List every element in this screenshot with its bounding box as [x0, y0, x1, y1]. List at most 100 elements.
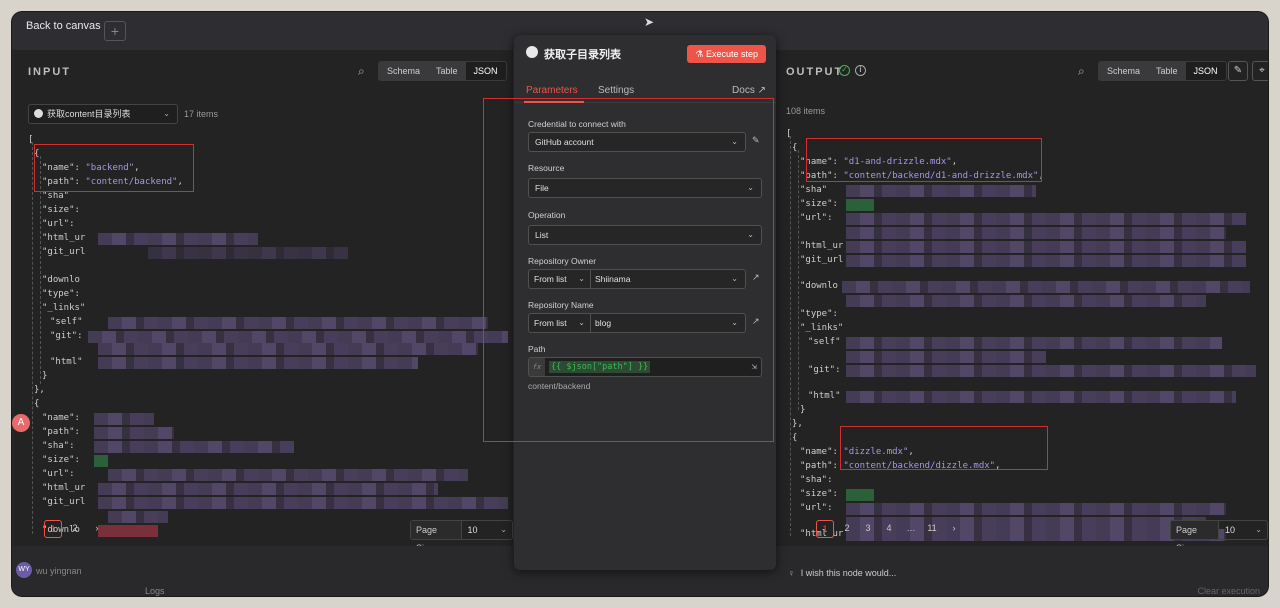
input-page-size[interactable]: Page Size 10 ⌄ — [410, 520, 513, 553]
operation-value: List — [535, 230, 549, 240]
json-value: "dizzle.mdx" — [843, 447, 909, 457]
execute-step-button[interactable]: ⚗ Execute step — [687, 45, 766, 63]
edit-credential-icon[interactable]: ✎ — [752, 135, 760, 146]
output-view-json[interactable]: JSON — [1185, 62, 1226, 80]
page-size-value[interactable]: 10 ⌄ — [1219, 521, 1267, 539]
operation-select[interactable]: List ⌄ — [528, 225, 762, 245]
redacted-value — [108, 469, 468, 481]
page-button[interactable]: 11 — [923, 520, 941, 538]
open-expression-editor-icon[interactable]: ⇲ — [752, 358, 757, 376]
pin-output-button[interactable]: ⌖ — [1252, 61, 1268, 81]
search-icon[interactable]: ⌕ — [358, 64, 365, 79]
json-line: "git_url — [800, 255, 844, 265]
repo-mode-select[interactable]: From list ⌄ — [529, 314, 591, 332]
add-node-button[interactable]: + — [104, 21, 126, 41]
repo-value[interactable]: blog — [595, 314, 611, 332]
page-button[interactable]: 2 — [838, 520, 856, 538]
json-line: "url": — [42, 469, 75, 479]
credential-value: GitHub account — [535, 137, 594, 147]
json-key: "name": — [800, 157, 838, 167]
input-view-table[interactable]: Table — [428, 62, 466, 80]
search-icon[interactable]: ⌕ — [1078, 64, 1085, 79]
redacted-value — [98, 357, 418, 369]
docs-link[interactable]: Docs ↗ — [732, 85, 766, 96]
owner-mode-select[interactable]: From list ⌄ — [529, 270, 591, 288]
repo-label: Repository Name — [528, 300, 594, 310]
json-line: "size": — [42, 205, 80, 215]
redacted-value — [98, 497, 508, 509]
input-node-select[interactable]: 获取content目录列表 ⌄ — [28, 104, 178, 124]
output-view-schema[interactable]: Schema — [1099, 62, 1148, 80]
tab-parameters[interactable]: Parameters — [526, 85, 578, 96]
external-link-icon[interactable]: ↗ — [752, 272, 760, 283]
translate-badge-icon[interactable]: A — [12, 414, 30, 432]
path-expression-input[interactable]: fx {{ $json["path"] }} ⇲ — [528, 357, 762, 377]
credential-select[interactable]: GitHub account ⌄ — [528, 132, 746, 152]
avatar[interactable]: WY — [16, 562, 32, 578]
input-view-switch: Schema Table JSON — [378, 61, 507, 81]
tab-settings[interactable]: Settings — [598, 85, 634, 96]
page-ellipsis: … — [906, 523, 916, 533]
page-size-label: Page Size — [411, 521, 462, 553]
repo-mode-value: From list — [534, 318, 567, 328]
json-line: "_links" — [800, 323, 844, 333]
page-button[interactable]: 3 — [859, 520, 877, 538]
redacted-value — [98, 233, 258, 245]
json-line: "sha" — [800, 185, 828, 195]
feedback-link[interactable]: ♀ I wish this node would... — [788, 568, 896, 578]
redacted-value — [846, 255, 1246, 267]
chevron-down-icon: ⌄ — [731, 137, 738, 146]
output-pagination: 1 2 3 4 … 11 › — [816, 520, 976, 540]
chevron-down-icon: ⌄ — [163, 109, 170, 118]
redacted-value — [94, 441, 294, 453]
redacted-value — [846, 295, 1206, 307]
info-icon[interactable]: i — [855, 65, 866, 76]
chevron-down-icon: ⌄ — [747, 183, 754, 192]
owner-mode-value: From list — [534, 274, 567, 284]
back-to-canvas-button[interactable]: Back to canvas — [26, 20, 101, 32]
clear-execution-button[interactable]: Clear execution — [1197, 586, 1260, 596]
page-button[interactable]: 1 — [816, 520, 834, 538]
redacted-value — [842, 281, 1250, 293]
output-panel: OUTPUT ✓ i ⌕ Schema Table JSON ✎ ⌖ 108 i… — [776, 50, 1268, 553]
output-view-switch: Schema Table JSON — [1098, 61, 1227, 81]
json-line: "git": — [50, 331, 83, 341]
json-key: "name": — [800, 447, 838, 457]
json-line: "size": — [800, 489, 838, 499]
json-guide-line — [32, 142, 33, 534]
logs-tab[interactable]: Logs — [145, 586, 165, 596]
json-line: "url": — [800, 503, 833, 513]
json-key: "path": — [800, 461, 838, 471]
node-title[interactable]: 获取子目录列表 — [544, 46, 621, 62]
output-view-table[interactable]: Table — [1148, 62, 1186, 80]
json-line: } — [42, 371, 48, 381]
output-page-size[interactable]: Page Size 10 ⌄ — [1170, 520, 1268, 553]
json-line: }, — [792, 419, 803, 429]
owner-value[interactable]: Shiinama — [595, 270, 630, 288]
json-value: "backend" — [85, 163, 135, 173]
chevron-down-icon: ⌄ — [731, 274, 738, 283]
redacted-value — [846, 199, 874, 211]
input-view-schema[interactable]: Schema — [379, 62, 428, 80]
json-line: { — [34, 149, 40, 159]
redacted-value — [846, 351, 1046, 363]
page-button[interactable]: 1 — [44, 520, 62, 538]
repo-field: From list ⌄ blog ⌄ — [528, 313, 746, 333]
json-line: "type": — [800, 309, 838, 319]
json-line: "path": — [42, 427, 80, 437]
edit-output-button[interactable]: ✎ — [1228, 61, 1248, 81]
external-link-icon[interactable]: ↗ — [752, 316, 760, 327]
redacted-value — [94, 413, 154, 425]
node-header: 获取子目录列表 ⚗ Execute step Parameters Settin… — [514, 35, 776, 103]
page-button[interactable]: 2 — [66, 520, 84, 538]
page-size-value[interactable]: 10 ⌄ — [462, 521, 513, 539]
next-page-button[interactable]: › — [88, 520, 106, 538]
page-button[interactable]: 4 — [880, 520, 898, 538]
next-page-button[interactable]: › — [945, 520, 963, 538]
json-line: "git_url — [42, 497, 86, 507]
output-panel-title: OUTPUT — [786, 66, 844, 78]
input-view-json[interactable]: JSON — [465, 62, 506, 80]
chevron-down-icon: ⌄ — [731, 318, 738, 327]
json-line: "name": "d1-and-drizzle.mdx", — [800, 157, 958, 167]
resource-select[interactable]: File ⌄ — [528, 178, 762, 198]
